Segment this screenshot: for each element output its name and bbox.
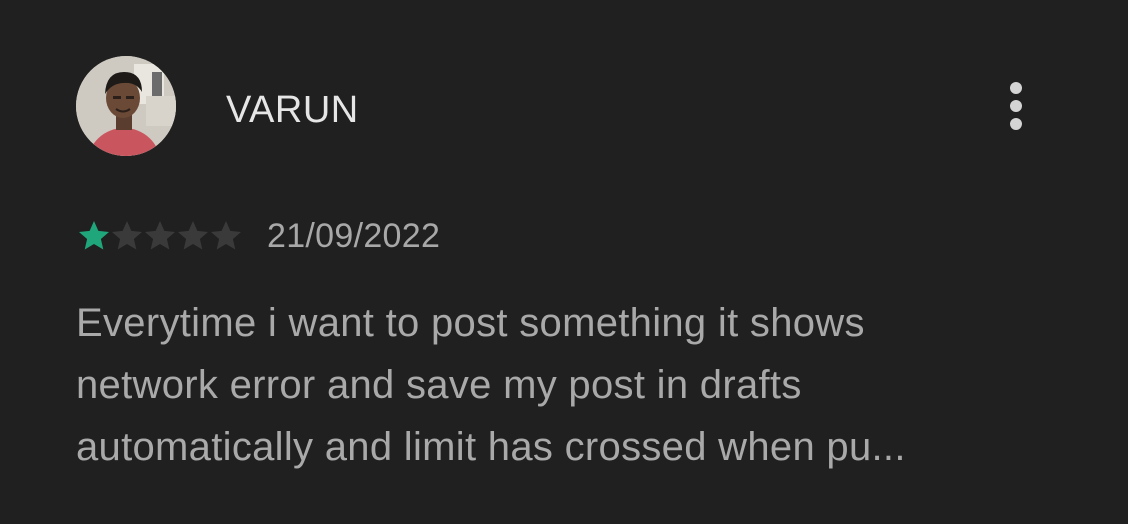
reviewer-name: VARUN — [226, 89, 359, 131]
star-empty-icon — [145, 221, 175, 250]
star-empty-icon — [178, 221, 208, 250]
rating-row: 21/09/2022 — [76, 212, 440, 260]
more-vert-icon-dot — [1010, 118, 1022, 130]
review-text-line: network error and save my post in drafts — [76, 363, 802, 407]
review-text-line: automatically and limit has crossed when… — [76, 425, 906, 469]
review-text[interactable]: Everytime i want to post something it sh… — [76, 292, 1066, 478]
review-text-line: Everytime i want to post something it sh… — [76, 301, 865, 345]
more-vert-icon — [1010, 82, 1022, 94]
avatar-image — [76, 56, 176, 156]
more-vert-icon-dot — [1010, 100, 1022, 112]
review-date: 21/09/2022 — [267, 217, 441, 255]
star-empty-icon — [211, 221, 241, 250]
reviewer-avatar[interactable] — [76, 56, 176, 156]
star-rating — [76, 218, 241, 254]
star-filled-icon — [79, 221, 109, 250]
more-options-button[interactable] — [996, 78, 1036, 134]
star-empty-icon — [112, 221, 142, 250]
review-card: VARUN 21/09/2022 Everytime i want to pos… — [0, 0, 1128, 524]
